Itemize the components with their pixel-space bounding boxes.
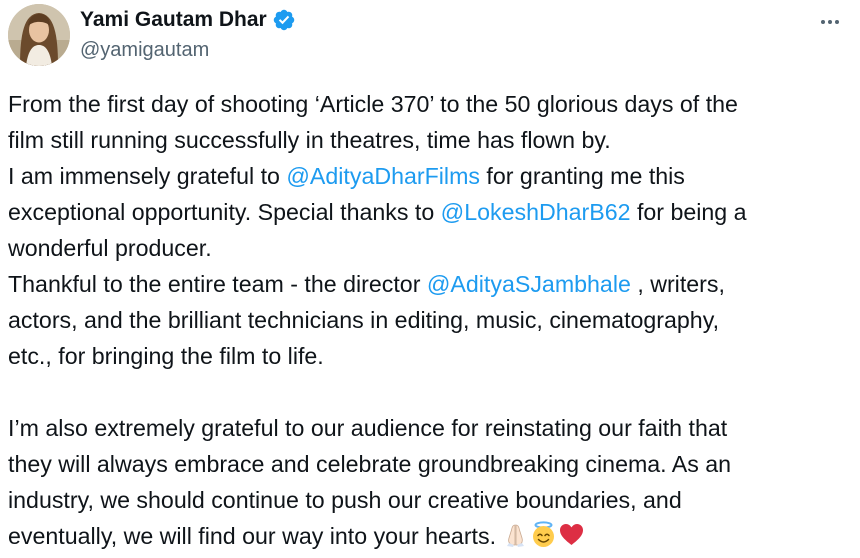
tweet-line: actors, and the brilliant technicians in… xyxy=(8,302,854,338)
tweet-text-segment: wonderful producer. xyxy=(8,235,212,261)
tweet-text-segment: I am immensely grateful to xyxy=(8,163,287,189)
display-name[interactable]: Yami Gautam Dhar xyxy=(80,6,267,34)
more-horizontal-icon xyxy=(835,20,839,24)
tweet-line: I’m also extremely grateful to our audie… xyxy=(8,410,854,446)
tweet-line: they will always embrace and celebrate g… xyxy=(8,446,854,482)
tweet-text-segment: actors, and the brilliant technicians in… xyxy=(8,307,720,333)
mention-link-adityadharfilms[interactable]: @AdityaDharFilms xyxy=(286,163,480,189)
tweet-text-segment: film still running successfully in theat… xyxy=(8,127,611,153)
tweet-text-segment: From the first day of shooting ‘Article … xyxy=(8,91,738,117)
tweet-line: film still running successfully in theat… xyxy=(8,122,854,158)
tweet-line: exceptional opportunity. Special thanks … xyxy=(8,194,854,230)
tweet-line: I am immensely grateful to @AdityaDharFi… xyxy=(8,158,854,194)
mention-link-lokeshdharb62[interactable]: @LokeshDharB62 xyxy=(441,199,631,225)
tweet-line: wonderful producer. xyxy=(8,230,854,266)
tweet-line: From the first day of shooting ‘Article … xyxy=(8,86,854,122)
tweet-text-segment: I’m also extremely grateful to our audie… xyxy=(8,415,728,441)
tweet-text-segment: exceptional opportunity. Special thanks … xyxy=(8,199,441,225)
tweet-line: Thankful to the entire team - the direct… xyxy=(8,266,854,302)
mention-link-adityasjambhale[interactable]: @AdityaSJambhale xyxy=(427,271,631,297)
handle[interactable]: @yamigautam xyxy=(80,36,296,64)
tweet-text-segment: Thankful to the entire team - the direct… xyxy=(8,271,427,297)
tweet-header: Yami Gautam Dhar @yamigautam xyxy=(8,4,852,68)
tweet-text-segment: , writers, xyxy=(630,271,725,297)
more-horizontal-icon xyxy=(821,20,825,24)
paragraph-break xyxy=(8,374,854,410)
red-heart-icon xyxy=(558,521,585,548)
more-horizontal-icon xyxy=(828,20,832,24)
author-block: Yami Gautam Dhar @yamigautam xyxy=(80,6,296,64)
tweet-text-segment: they will always embrace and celebrate g… xyxy=(8,451,732,477)
smiling-face-with-halo-icon xyxy=(530,521,557,548)
tweet-line: etc., for bringing the film to life. xyxy=(8,338,854,374)
display-name-row: Yami Gautam Dhar xyxy=(80,6,296,34)
tweet-text-segment: etc., for bringing the film to life. xyxy=(8,343,324,369)
tweet-text-segment: eventually, we will find our way into yo… xyxy=(8,523,503,549)
more-options-button[interactable] xyxy=(814,10,846,34)
tweet-text: From the first day of shooting ‘Article … xyxy=(8,86,854,554)
tweet-text-segment: for granting me this xyxy=(479,163,685,189)
avatar[interactable] xyxy=(8,4,70,66)
tweet-text-segment: for being a xyxy=(630,199,747,225)
verified-badge-icon xyxy=(272,8,296,32)
folded-hands-icon xyxy=(502,521,529,548)
tweet-text-segment: industry, we should continue to push our… xyxy=(8,487,682,513)
tweet-line: industry, we should continue to push our… xyxy=(8,482,854,518)
